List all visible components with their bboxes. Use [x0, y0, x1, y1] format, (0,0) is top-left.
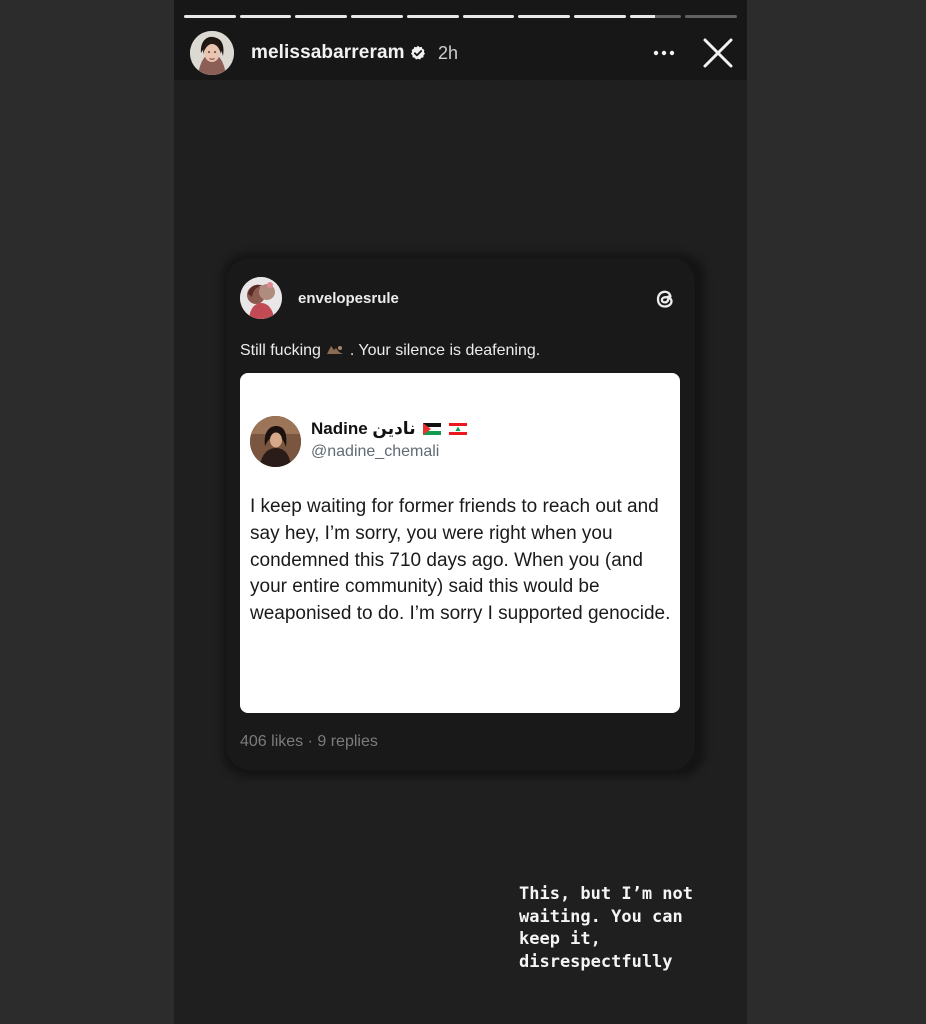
profile-photo [190, 31, 234, 75]
story-progress-segment [351, 15, 403, 18]
tweet-body-text: I keep waiting for former friends to rea… [250, 496, 671, 625]
story-viewer[interactable]: melissabarreram 2h envelopesrule Still f… [174, 0, 747, 1024]
card-author-avatar[interactable] [240, 277, 282, 319]
post-caption: Still fucking . Your silence is deafenin… [240, 342, 540, 360]
embedded-tweet[interactable]: Nadine نادين @nadine_chemali I keep wait [240, 373, 680, 713]
story-username[interactable]: melissabarreram [251, 42, 405, 64]
story-progress-fill [629, 15, 656, 18]
card-author-username[interactable]: envelopesrule [298, 290, 399, 307]
story-progress-segment [462, 15, 515, 18]
tweet-author-photo [250, 416, 301, 467]
story-progress-fill [573, 15, 626, 18]
story-progress-segment [685, 15, 738, 18]
laughing-emoji-icon [327, 346, 344, 354]
story-progress-fill [518, 15, 570, 18]
story-progress-fill [295, 15, 348, 18]
story-progress-segment [518, 15, 570, 18]
tweet-author-avatar[interactable] [250, 416, 301, 467]
close-icon[interactable] [701, 36, 735, 70]
threads-post-card[interactable]: envelopesrule Still fucking . Your silen… [226, 258, 695, 770]
story-progress-segment [184, 15, 236, 18]
tweet-author-name-text: Nadine نادين [311, 419, 416, 438]
story-progress-segment [406, 15, 459, 18]
story-progress-fill [184, 15, 236, 18]
story-progress-fill [239, 15, 292, 18]
story-progress-fill [462, 15, 515, 18]
story-progress-segment [239, 15, 292, 18]
more-options-icon[interactable] [651, 40, 677, 66]
post-engagement-stats[interactable]: 406 likes · 9 replies [240, 733, 378, 751]
threads-logo-icon[interactable] [651, 285, 679, 313]
card-author-photo [240, 277, 282, 319]
palestine-flag-icon [423, 423, 442, 435]
story-progress-segment [573, 15, 626, 18]
story-timestamp: 2h [438, 43, 459, 63]
page: melissabarreram 2h envelopesrule Still f… [0, 0, 926, 1024]
tweet-author-name[interactable]: Nadine نادين [311, 419, 468, 439]
caption-text-after: . Your silence is deafening. [349, 342, 541, 359]
story-progress-bar [184, 15, 738, 18]
story-overlay-text: This, but I’m not waiting. You can keep … [519, 884, 693, 972]
story-progress-segment [295, 15, 348, 18]
verified-badge-icon [411, 45, 425, 60]
tweet-author-handle[interactable]: @nadine_chemali [311, 443, 439, 461]
story-progress-fill [406, 15, 459, 18]
story-progress-fill [351, 15, 403, 18]
profile-avatar[interactable] [190, 31, 234, 75]
lebanon-flag-icon [449, 423, 468, 435]
caption-text-before: Still fucking [240, 342, 321, 359]
story-progress-segment [629, 15, 682, 18]
story-header: melissabarreram 2h [174, 0, 747, 80]
